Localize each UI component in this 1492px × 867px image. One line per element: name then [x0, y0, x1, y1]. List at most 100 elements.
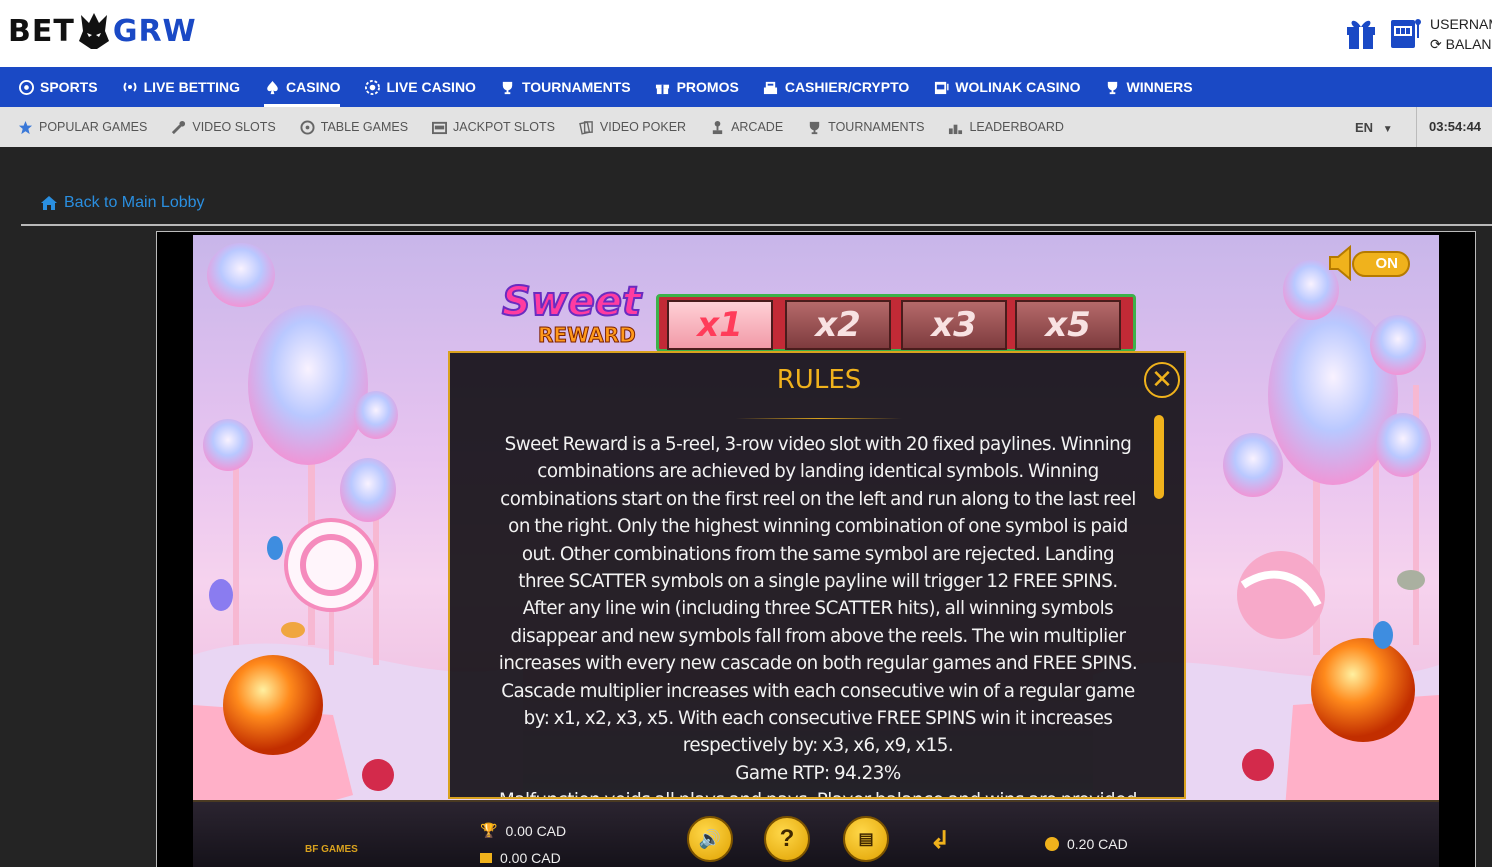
sub-nav: POPULAR GAMES VIDEO SLOTS TABLE GAMES JA… [0, 107, 1492, 147]
sound-toggle[interactable]: ON [1328, 244, 1412, 282]
question-icon: ? [779, 825, 795, 852]
subnav-label: VIDEO SLOTS [192, 120, 276, 134]
back-link-label: Back to Main Lobby [64, 194, 205, 211]
refresh-icon[interactable]: ⟳ [1430, 36, 1442, 52]
nav-item-promos[interactable]: PROMOS [655, 67, 739, 107]
subnav-item-video-poker[interactable]: VIDEO POKER [579, 120, 686, 135]
nav-item-sports[interactable]: SPORTS [18, 67, 98, 107]
subnav-label: TABLE GAMES [320, 120, 409, 134]
trophy-icon [500, 79, 516, 95]
gift-icon [655, 79, 671, 95]
multiplier-x1: x1 [667, 300, 773, 350]
top-header: BET GRW USERNA ⟳ BALAN [0, 0, 1492, 67]
provider-logo: BF GAMES [305, 832, 358, 858]
gift-icon[interactable] [1344, 14, 1378, 50]
back-to-lobby-link[interactable]: Back to Main Lobby [40, 194, 205, 212]
coin-stack-icon [1045, 837, 1059, 851]
bet-value: 0.20 CAD [1067, 836, 1128, 852]
cashier-icon [763, 79, 779, 95]
nav-label: SPORTS [40, 79, 98, 95]
roulette-icon [300, 119, 315, 135]
close-button[interactable]: ✕ [1144, 362, 1180, 398]
speaker-icon [1329, 244, 1351, 282]
rules-rtp: Game RTP: 94.23% [735, 762, 901, 784]
subnav-label: POPULAR GAMES [39, 120, 148, 134]
subnav-item-arcade[interactable]: ARCADE [710, 120, 783, 135]
nav-label: LIVE CASINO [386, 79, 476, 95]
nav-item-tournaments[interactable]: TOURNAMENTS [500, 67, 631, 107]
nav-item-wolinak-casino[interactable]: WOLINAK CASINO [933, 67, 1081, 107]
subnav-item-leaderboard[interactable]: LEADERBOARD [948, 120, 1064, 135]
scrollbar[interactable] [1154, 415, 1164, 499]
nav-label: CASINO [286, 79, 341, 95]
soccer-ball-icon [18, 79, 34, 95]
balance-label: BALAN [1445, 36, 1492, 52]
win-value: 0.00 CAD [505, 822, 567, 839]
subnav-item-jackpot-slots[interactable]: JACKPOT SLOTS [432, 120, 555, 135]
help-button[interactable]: ? [764, 816, 810, 862]
rules-modal: RULES ✕ Sweet Reward is a 5-reel, 3-row … [448, 351, 1186, 799]
username-label: USERNAM [1430, 16, 1492, 32]
slot-machine-icon [933, 79, 949, 95]
main-nav: SPORTS LIVE BETTING CASINO LIVE CASINO T… [0, 67, 1492, 107]
divider [21, 224, 1492, 226]
nav-label: WINNERS [1126, 79, 1193, 95]
trophy-icon: 🏆 [480, 822, 498, 838]
rules-body[interactable]: Sweet Reward is a 5-reel, 3-row video sl… [498, 431, 1138, 797]
jackpot-icon [432, 120, 448, 135]
paytable-button[interactable]: ▤ [843, 816, 889, 862]
rules-paragraph: Sweet Reward is a 5-reel, 3-row video sl… [498, 434, 1138, 757]
speaker-gear-icon: 🔊 [698, 828, 722, 849]
slot-machine-icon[interactable] [1388, 14, 1422, 50]
subnav-label: ARCADE [731, 120, 784, 134]
nav-item-winners[interactable]: WINNERS [1105, 67, 1193, 107]
balance-row: ⟳ BALAN [1430, 34, 1492, 54]
trophy-icon [807, 120, 822, 135]
win-row: 🏆 0.00 CAD [480, 822, 566, 839]
trophy-icon [1105, 79, 1121, 95]
nav-label: PROMOS [676, 79, 739, 95]
language-value: EN [1355, 120, 1374, 135]
multiplier-x2: x2 [785, 300, 891, 350]
language-select[interactable]: EN ▼ [1355, 120, 1393, 135]
sound-settings-button[interactable]: 🔊 [687, 816, 733, 862]
site-logo[interactable]: BET GRW [8, 8, 197, 54]
nav-label: LIVE BETTING [143, 79, 241, 95]
nav-label: CASHIER/CRYPTO [784, 79, 910, 95]
subnav-label: JACKPOT SLOTS [453, 120, 555, 134]
subnav-item-popular-games[interactable]: POPULAR GAMES [18, 120, 147, 135]
podium-icon [948, 120, 963, 135]
subnav-item-video-slots[interactable]: VIDEO SLOTS [171, 120, 276, 135]
multiplier-x5: x5 [1015, 300, 1121, 350]
subnav-label: VIDEO POKER [599, 120, 687, 134]
provider-name: BF GAMES [305, 844, 358, 855]
chip-icon [364, 79, 380, 95]
close-icon: ✕ [1151, 364, 1173, 394]
logo-text-right: GRW [112, 13, 197, 49]
home-icon [41, 196, 57, 210]
wallet-icon [480, 853, 492, 863]
subnav-item-table-games[interactable]: TABLE GAMES [300, 119, 409, 135]
nav-item-live-betting[interactable]: LIVE BETTING [122, 67, 240, 107]
subnav-label: LEADERBOARD [969, 120, 1064, 134]
nav-item-live-casino[interactable]: LIVE CASINO [364, 67, 476, 107]
star-icon [18, 120, 33, 135]
game-logo-line2: REWARD [538, 323, 637, 347]
chevron-down-icon: ▼ [1382, 124, 1393, 135]
game-logo-line1: Sweet [501, 279, 642, 325]
game-balance-value: 0.00 CAD [500, 850, 561, 866]
modal-title: RULES [776, 365, 862, 395]
user-info[interactable]: USERNAM ⟳ BALAN [1430, 14, 1492, 54]
multiplier-x3: x3 [901, 300, 1007, 350]
nav-item-cashier[interactable]: CASHIER/CRYPTO [763, 67, 909, 107]
subnav-label: TOURNAMENTS [828, 120, 925, 134]
bet-row: 0.20 CAD [1045, 836, 1128, 852]
nav-item-casino[interactable]: CASINO [264, 67, 341, 107]
game-logo: Sweet REWARD [501, 279, 642, 350]
subnav-item-tournaments[interactable]: TOURNAMENTS [807, 120, 924, 135]
broadcast-icon [122, 79, 138, 95]
paytable-icon: ▤ [858, 831, 874, 848]
back-arrow-button[interactable]: ↲ [930, 826, 950, 855]
wolf-logo-icon [78, 13, 109, 49]
game-control-bar: BF GAMES 🏆 0.00 CAD 0.00 CAD 🔊 ? ▤ ↲ 0.2… [193, 800, 1439, 867]
